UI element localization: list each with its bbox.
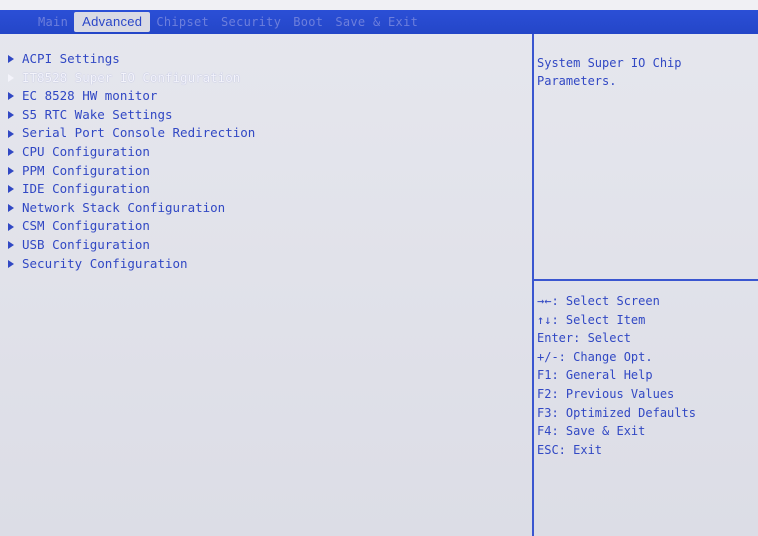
menu-item-ec-hw-monitor[interactable]: EC 8528 HW monitor bbox=[8, 87, 255, 106]
menu-item-label: S5 RTC Wake Settings bbox=[22, 106, 173, 122]
help-panel: System Super IO Chip Parameters. →←: Sel… bbox=[534, 34, 758, 536]
tab-advanced[interactable]: Advanced bbox=[74, 12, 151, 32]
tab-chipset[interactable]: Chipset bbox=[150, 12, 215, 32]
submenu-arrow-icon bbox=[8, 55, 14, 64]
submenu-arrow-icon bbox=[8, 185, 14, 194]
tab-boot[interactable]: Boot bbox=[287, 12, 329, 32]
settings-panel: ACPI Settings IT8528 Super IO Configurat… bbox=[0, 34, 534, 536]
key-hint-select-screen: →←: Select Screen bbox=[537, 294, 660, 308]
menu-item-label: Serial Port Console Redirection bbox=[22, 125, 256, 141]
menu-item-label: IT8528 Super IO Configuration bbox=[22, 69, 241, 85]
title-bar: Main Advanced Chipset Security Boot Save… bbox=[0, 0, 758, 36]
menu-item-label: ACPI Settings bbox=[22, 51, 120, 66]
menu-item-network-stack-configuration[interactable]: Network Stack Configuration bbox=[8, 199, 255, 218]
tab-security[interactable]: Security bbox=[215, 12, 287, 32]
submenu-arrow-icon bbox=[8, 111, 14, 120]
menu-item-usb-configuration[interactable]: USB Configuration bbox=[8, 236, 255, 255]
submenu-arrow-icon bbox=[8, 259, 14, 268]
key-hint-previous-values: F2: Previous Values bbox=[537, 386, 675, 401]
menu-item-label: Security Configuration bbox=[22, 255, 188, 271]
key-hint-general-help: F1: General Help bbox=[537, 368, 653, 383]
menu-item-ide-configuration[interactable]: IDE Configuration bbox=[8, 180, 255, 199]
menu-item-cpu-configuration[interactable]: CPU Configuration bbox=[8, 143, 255, 162]
menu-item-csm-configuration[interactable]: CSM Configuration bbox=[8, 217, 255, 236]
tab-bar: Main Advanced Chipset Security Boot Save… bbox=[32, 12, 424, 32]
menu-item-label: Network Stack Configuration bbox=[22, 199, 226, 215]
key-legend: →←: Select Screen ↑↓: Select Item Enter:… bbox=[537, 292, 696, 459]
submenu-arrow-icon bbox=[8, 129, 14, 138]
key-hint-escape: ESC: Exit bbox=[537, 442, 603, 457]
menu-item-acpi-settings[interactable]: ACPI Settings bbox=[8, 50, 255, 69]
item-help-text: System Super IO Chip Parameters. bbox=[537, 56, 682, 88]
bios-setup-screen: Main Advanced Chipset Security Boot Save… bbox=[0, 0, 758, 536]
help-divider bbox=[534, 279, 758, 281]
menu-item-label: PPM Configuration bbox=[22, 162, 150, 178]
menu-item-security-configuration[interactable]: Security Configuration bbox=[8, 255, 255, 274]
menu-item-label: CSM Configuration bbox=[22, 218, 150, 234]
key-hint-change-opt: +/-: Change Opt. bbox=[537, 349, 653, 364]
key-hint-optimized-defaults: F3: Optimized Defaults bbox=[537, 405, 696, 420]
submenu-arrow-icon bbox=[8, 92, 14, 101]
tab-main[interactable]: Main bbox=[32, 12, 74, 32]
menu-item-super-io-configuration[interactable]: IT8528 Super IO Configuration bbox=[8, 69, 255, 88]
key-hint-select-item: ↑↓: Select Item bbox=[537, 312, 646, 327]
menu-item-label: CPU Configuration bbox=[22, 143, 150, 159]
menu-item-label: IDE Configuration bbox=[22, 181, 150, 197]
submenu-arrow-icon bbox=[8, 166, 14, 175]
menu-item-serial-port-console-redirection[interactable]: Serial Port Console Redirection bbox=[8, 124, 255, 143]
menu-item-ppm-configuration[interactable]: PPM Configuration bbox=[8, 162, 255, 181]
settings-menu: ACPI Settings IT8528 Super IO Configurat… bbox=[8, 50, 255, 273]
submenu-arrow-icon bbox=[8, 222, 14, 231]
key-hint-save-exit: F4: Save & Exit bbox=[537, 424, 646, 439]
menu-item-label: USB Configuration bbox=[22, 236, 150, 252]
tab-save-exit[interactable]: Save & Exit bbox=[329, 12, 424, 32]
key-hint-enter: Enter: Select bbox=[537, 331, 631, 346]
submenu-arrow-icon bbox=[8, 241, 14, 250]
submenu-arrow-icon bbox=[8, 148, 14, 157]
menu-item-s5-rtc-wake-settings[interactable]: S5 RTC Wake Settings bbox=[8, 106, 255, 125]
submenu-arrow-icon bbox=[8, 204, 14, 213]
submenu-arrow-icon bbox=[8, 73, 14, 82]
menu-item-label: EC 8528 HW monitor bbox=[22, 88, 158, 104]
